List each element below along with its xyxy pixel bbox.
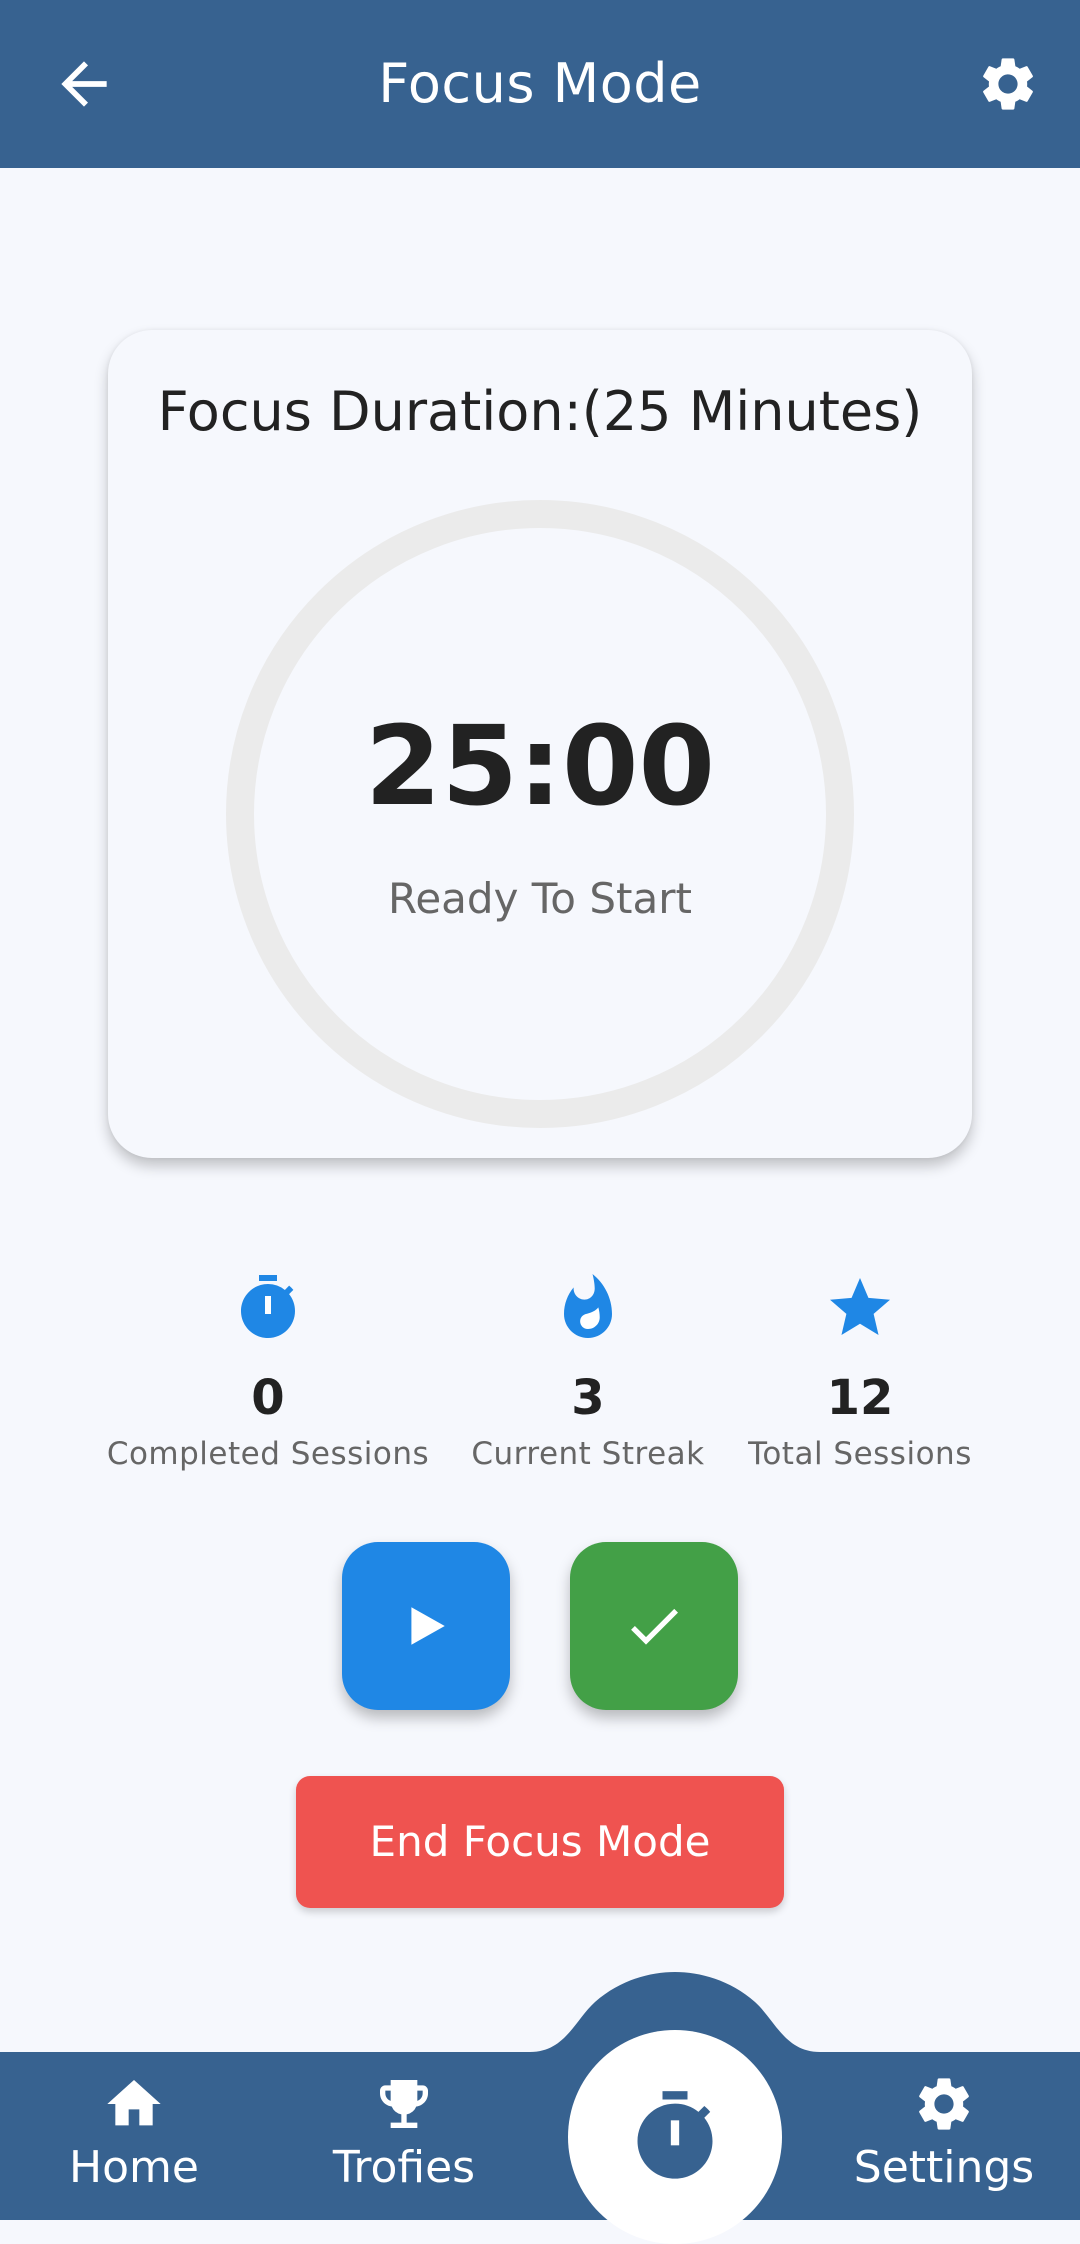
stat-total-sessions: 12 Total Sessions <box>680 1272 1040 1472</box>
star-icon <box>830 1278 890 1335</box>
nav-item-settings[interactable]: Settings <box>814 2072 1074 2193</box>
app-bar: Focus Mode <box>0 0 1080 168</box>
nav-item-focus-timer[interactable] <box>568 2030 782 2244</box>
nav-item-home[interactable]: Home <box>4 2072 264 2193</box>
start-button[interactable] <box>342 1542 510 1710</box>
stat-value: 0 <box>251 1370 285 1426</box>
trophy-icon <box>380 2080 428 2128</box>
stat-completed-sessions: 0 Completed Sessions <box>88 1272 448 1472</box>
stat-label: Completed Sessions <box>106 1436 430 1472</box>
timer-card: Focus Duration:(25 Minutes) 25:00 Ready … <box>108 330 972 1158</box>
timer-display: 25:00 <box>364 702 716 830</box>
page-title: Focus Mode <box>378 52 702 115</box>
end-focus-mode-button[interactable]: End Focus Mode <box>296 1776 784 1908</box>
gear-icon <box>919 2078 969 2130</box>
gear-icon[interactable] <box>976 52 1040 116</box>
play-icon <box>411 1607 445 1645</box>
nav-label: Settings <box>853 2142 1035 2193</box>
nav-label: Trofies <box>332 2142 476 2193</box>
nav-item-trofies[interactable]: Trofies <box>274 2072 534 2193</box>
stopwatch-icon <box>241 1275 295 1338</box>
flame-icon <box>564 1274 612 1338</box>
timer-status: Ready To Start <box>388 874 692 923</box>
stat-label: Total Sessions <box>748 1436 972 1472</box>
stat-value: 12 <box>826 1370 894 1426</box>
nav-label: Home <box>69 2142 199 2193</box>
focus-duration-label: Focus Duration:(25 Minutes) <box>157 380 923 443</box>
complete-button[interactable] <box>570 1542 738 1710</box>
home-icon <box>107 2080 161 2126</box>
check-icon <box>631 1608 678 1645</box>
stopwatch-icon <box>637 2091 713 2179</box>
